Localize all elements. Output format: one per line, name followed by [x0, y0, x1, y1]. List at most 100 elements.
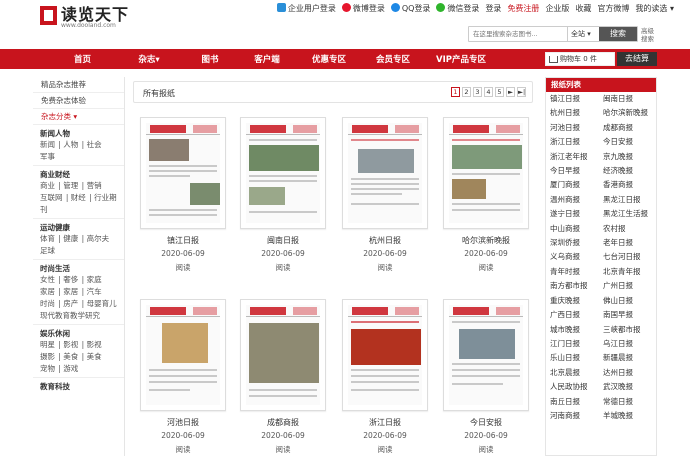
category-link[interactable]: 互联网 [40, 193, 63, 202]
newspaper-list-item[interactable]: 黑龙江生活报 [603, 207, 656, 221]
paper-cover[interactable] [240, 299, 326, 411]
newspaper-list-item[interactable]: 三峡都市报 [603, 323, 656, 337]
paper-cover[interactable] [342, 299, 428, 411]
newspaper-list-item[interactable]: 温州商报 [550, 193, 603, 207]
paper-cover[interactable] [342, 117, 428, 229]
enterprise-edition-link[interactable]: 企业版 [545, 3, 569, 14]
newspaper-list-item[interactable]: 老年日报 [603, 236, 656, 250]
nav-magazine[interactable]: 杂志▾ [119, 53, 179, 65]
sidebar-recommended[interactable]: 精品杂志推荐 [33, 77, 124, 93]
nav-client[interactable]: 客户端 [237, 53, 297, 65]
newspaper-list-item[interactable]: 广西日报 [550, 308, 603, 322]
newspaper-list-item[interactable]: 乐山日报 [550, 351, 603, 365]
sidebar-free-trial[interactable]: 免费杂志体验 [33, 93, 124, 109]
newspaper-list-item[interactable]: 京九晚报 [603, 150, 656, 164]
newspaper-list-item[interactable]: 中山商报 [550, 222, 603, 236]
nav-books[interactable]: 图书 [185, 53, 235, 65]
newspaper-list-item[interactable]: 武汉晚报 [603, 380, 656, 394]
newspaper-list-item[interactable]: 农村报 [603, 222, 656, 236]
newspaper-list-item[interactable]: 乌江日报 [603, 337, 656, 351]
newspaper-list-item[interactable]: 杭州日报 [550, 106, 603, 120]
newspaper-list-item[interactable]: 青年时报 [550, 265, 603, 279]
paper-title[interactable]: 杭州日报 [335, 235, 435, 246]
newspaper-list-item[interactable]: 今日安报 [603, 135, 656, 149]
newspaper-list-item[interactable]: 南方都市报 [550, 279, 603, 293]
paper-title[interactable]: 成都商报 [233, 417, 333, 428]
newspaper-list-item[interactable]: 闽南日报 [603, 92, 656, 106]
paper-cover[interactable] [443, 299, 529, 411]
qq-login-link[interactable]: QQ登录 [390, 2, 430, 14]
page-4[interactable]: 4 [484, 87, 493, 97]
newspaper-list-item[interactable]: 河池日报 [550, 121, 603, 135]
read-button[interactable]: 阅读 [335, 262, 435, 273]
newspaper-list-item[interactable]: 香港商报 [603, 178, 656, 192]
category-link[interactable]: 时尚 [40, 299, 55, 308]
paper-cover[interactable] [140, 117, 226, 229]
category-link[interactable]: 商业 [40, 181, 55, 190]
page-3[interactable]: 3 [473, 87, 482, 97]
logo[interactable]: 读览天下 www.dooland.com [40, 4, 129, 29]
newspaper-list-item[interactable]: 义乌商报 [550, 250, 603, 264]
category-link[interactable]: 健康 [63, 234, 78, 243]
newspaper-list-item[interactable]: 成都商报 [603, 121, 656, 135]
weibo-login-link[interactable]: 微博登录 [341, 2, 385, 14]
newspaper-list-item[interactable]: 人民政协报 [550, 380, 603, 394]
category-link[interactable]: 影视 [63, 340, 78, 349]
newspaper-list-item[interactable]: 经济晚报 [603, 164, 656, 178]
page-1[interactable]: 1 [451, 87, 460, 97]
category-link[interactable]: 母婴育儿 [87, 299, 117, 308]
newspaper-list-item[interactable]: 今日早报 [550, 164, 603, 178]
favorite-link[interactable]: 收藏 [575, 3, 591, 14]
last-page-button[interactable]: ►| [517, 87, 526, 97]
search-button[interactable]: 搜索 [599, 27, 637, 41]
category-link[interactable]: 营销 [87, 181, 102, 190]
search-input[interactable] [469, 27, 565, 41]
newspaper-list-item[interactable]: 南国早报 [603, 308, 656, 322]
read-button[interactable]: 阅读 [133, 444, 233, 455]
newspaper-list-item[interactable]: 浙江日报 [550, 135, 603, 149]
next-page-button[interactable]: ► [506, 87, 515, 97]
paper-cover[interactable] [240, 117, 326, 229]
nav-vip[interactable]: VIP产品专区 [425, 53, 497, 65]
category-link[interactable]: 美食 [63, 352, 78, 361]
category-link[interactable]: 新闻 [40, 140, 55, 149]
official-weibo-link[interactable]: 官方微博 [597, 3, 629, 14]
read-button[interactable]: 阅读 [133, 262, 233, 273]
read-button[interactable]: 阅读 [436, 262, 536, 273]
newspaper-list-item[interactable]: 浙江老年报 [550, 150, 603, 164]
category-link[interactable]: 明星 [40, 340, 55, 349]
register-link[interactable]: 免费注册 [507, 3, 539, 14]
newspaper-list-item[interactable]: 新疆晨报 [603, 351, 656, 365]
newspaper-list-item[interactable]: 城市晚报 [550, 323, 603, 337]
newspaper-list-item[interactable]: 常德日报 [603, 395, 656, 409]
paper-title[interactable]: 闽南日报 [233, 235, 333, 246]
category-link[interactable]: 摄影 [40, 352, 55, 361]
paper-title[interactable]: 哈尔滨新晚报 [436, 235, 536, 246]
read-button[interactable]: 阅读 [335, 444, 435, 455]
category-link[interactable]: 管理 [63, 181, 78, 190]
newspaper-list-item[interactable]: 北京青年报 [603, 265, 656, 279]
paper-title[interactable]: 镇江日报 [133, 235, 233, 246]
category-link[interactable]: 家居 [40, 287, 55, 296]
category-link[interactable]: 汽车 [87, 287, 102, 296]
category-link[interactable]: 人物 [63, 140, 78, 149]
nav-discount[interactable]: 优惠专区 [299, 53, 359, 65]
category-link[interactable]: 奢侈 [63, 275, 78, 284]
newspaper-list-item[interactable]: 江门日报 [550, 337, 603, 351]
paper-title[interactable]: 河池日报 [133, 417, 233, 428]
category-link[interactable]: 社会 [87, 140, 102, 149]
category-link[interactable]: 房产 [63, 299, 78, 308]
page-2[interactable]: 2 [462, 87, 471, 97]
nav-member[interactable]: 会员专区 [363, 53, 423, 65]
category-link[interactable]: 影视 [87, 340, 102, 349]
advanced-search-link[interactable]: 高级搜索 [641, 27, 657, 43]
category-link[interactable]: 女性 [40, 275, 55, 284]
newspaper-list-item[interactable]: 佛山日报 [603, 294, 656, 308]
newspaper-list-item[interactable]: 深圳侨报 [550, 236, 603, 250]
category-link[interactable]: 现代教育教学研究 [40, 311, 100, 320]
category-link[interactable]: 美食 [87, 352, 102, 361]
sidebar-categories[interactable]: 杂志分类 ▾ [33, 109, 124, 125]
paper-title[interactable]: 今日安报 [436, 417, 536, 428]
newspaper-list-item[interactable]: 南丘日报 [550, 395, 603, 409]
category-link[interactable]: 家居 [63, 287, 78, 296]
